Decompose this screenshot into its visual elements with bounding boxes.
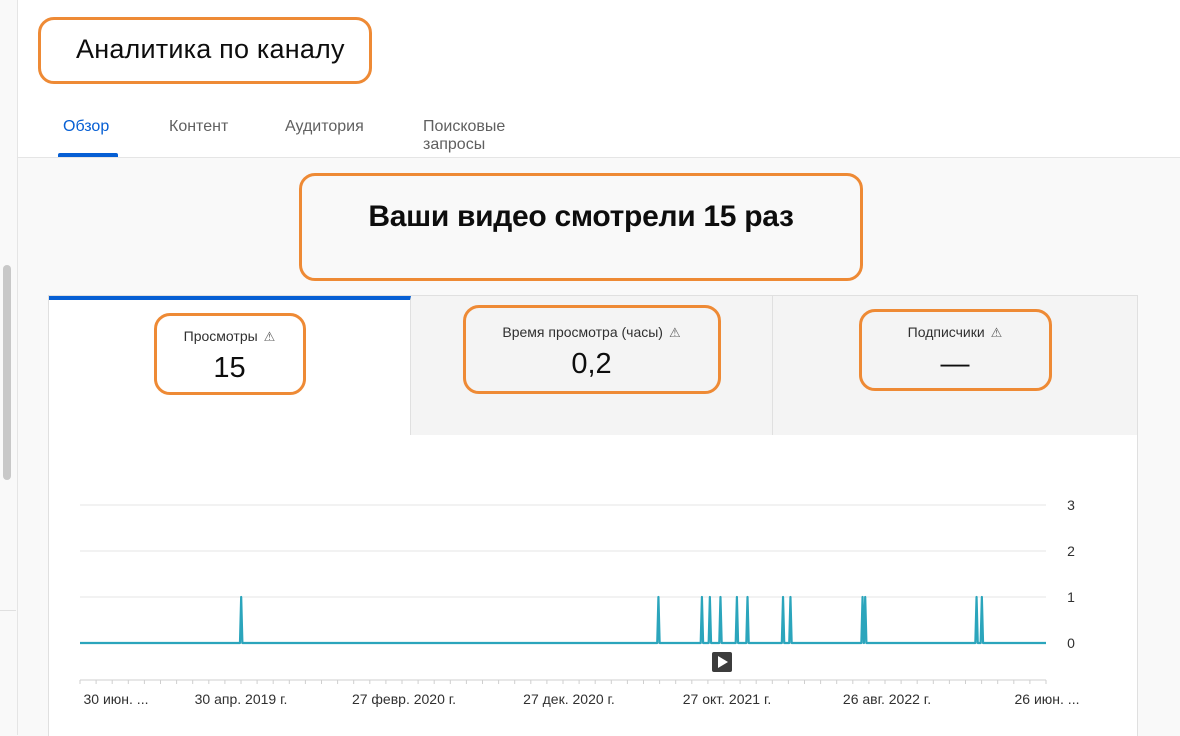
left-sidebar-edge [0,0,18,735]
x-tick-label: 30 апр. 2019 г. [195,691,288,707]
x-tick-label: 26 авг. 2022 г. [843,691,931,707]
timeline-play-marker[interactable] [712,652,732,672]
x-tick-label: 27 окт. 2021 г. [683,691,772,707]
metric-watch-time[interactable]: Время просмотра (часы) ⚠ 0,2 [411,296,773,435]
scrollbar-thumb[interactable] [3,265,11,480]
metric-subscribers[interactable]: Подписчики ⚠ — [773,296,1137,435]
warning-icon: ⚠ [990,325,1003,340]
y-tick-label: 2 [1067,543,1075,559]
tab-content[interactable]: Контент [169,118,228,136]
page-header: Аналитика по каналу Обзор Контент Аудито… [18,0,1180,158]
x-tick-label: 27 дек. 2020 г. [523,691,615,707]
y-tick-label: 1 [1067,589,1075,605]
metric-views[interactable]: Просмотры ⚠ 15 [49,296,411,435]
warning-icon: ⚠ [263,329,276,344]
metric-value: 15 [213,352,246,384]
tab-audience[interactable]: Аудитория [285,118,364,136]
metric-label: Просмотры [183,328,258,344]
views-chart: 3 2 1 0 30 июн. ... 30 апр. 2019 г. 27 февр. 2… [79,497,1080,707]
y-tick-label: 0 [1067,635,1075,651]
analytics-card: Просмотры ⚠ 15 Время просмотра (часы) ⚠ 0,… [48,295,1138,736]
divider [0,610,16,611]
page-title: Аналитика по каналу [76,34,345,64]
series-line [80,595,1046,645]
x-tick-label: 30 июн. ... [84,691,149,707]
metric-value: 0,2 [571,348,612,380]
active-tab-indicator [58,153,118,157]
x-tick-label: 27 февр. 2020 г. [352,691,456,707]
x-tick-label: 26 июн. ... [1015,691,1080,707]
metric-value: — [940,348,970,380]
tab-overview[interactable]: Обзор [63,118,109,136]
warning-icon: ⚠ [668,325,681,340]
summary-headline: Ваши видео смотрели 15 раз [368,200,794,233]
tab-search-queries[interactable]: Поисковые запросы [423,118,505,154]
y-tick-label: 3 [1067,497,1075,513]
metric-label: Подписчики [907,324,985,340]
metric-label: Время просмотра (часы) [502,324,663,340]
